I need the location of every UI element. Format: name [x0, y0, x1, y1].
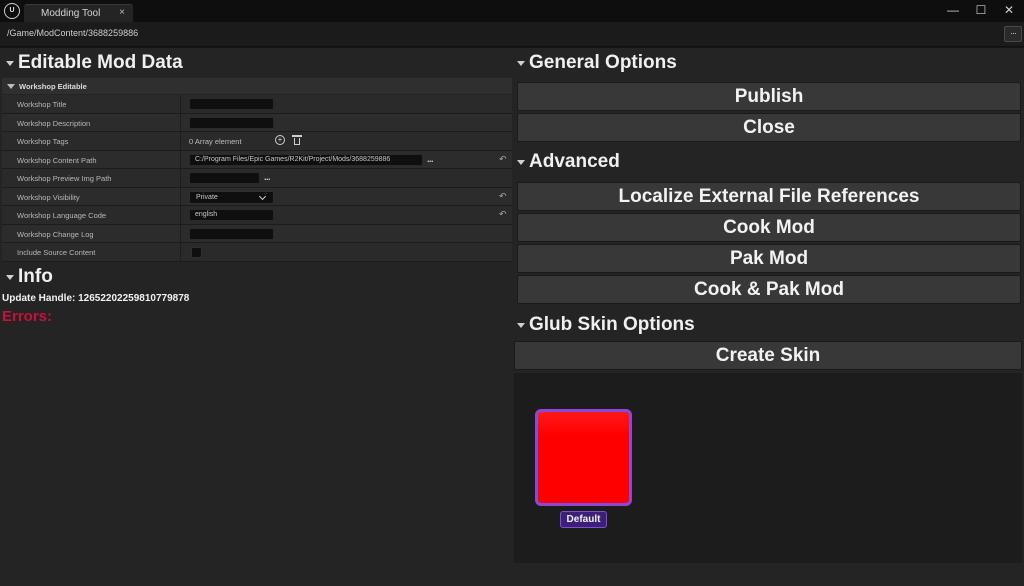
property-row-description: Workshop Description — [2, 113, 512, 132]
info-title: Info — [18, 266, 53, 287]
reset-to-default-icon[interactable]: ↶ — [499, 154, 507, 165]
collapse-caret-icon — [517, 60, 525, 66]
chevron-down-icon — [258, 192, 267, 200]
property-label: Workshop Title — [17, 100, 67, 109]
property-label: Workshop Language Code — [17, 211, 107, 220]
property-label: Workshop Content Path — [17, 155, 97, 165]
property-label: Workshop Description — [17, 118, 91, 128]
change-log-input[interactable] — [189, 227, 274, 240]
property-label: Workshop Preview Img Path — [17, 174, 112, 183]
advanced-header[interactable]: Advanced — [517, 149, 620, 175]
property-row-visibility: Workshop Visibility Private ↶ — [2, 187, 512, 206]
collapse-caret-icon — [517, 159, 525, 165]
skin-options-title: Glub Skin Options — [529, 314, 695, 335]
tab-close-icon[interactable]: × — [119, 7, 125, 18]
language-code-input[interactable]: english — [189, 209, 274, 221]
property-label: Workshop Tags — [17, 137, 69, 146]
path-options-button[interactable]: ··· — [1004, 26, 1022, 42]
property-table: Workshop Title Workshop Description Work… — [2, 95, 512, 262]
property-row-language: Workshop Language Code english ↶ — [2, 206, 512, 225]
editable-title: Editable Mod Data — [18, 52, 183, 73]
include-source-checkbox[interactable] — [191, 247, 202, 258]
skin-list: Default — [514, 373, 1022, 563]
visibility-selected: Private — [196, 193, 218, 201]
skin-swatch-default[interactable] — [535, 409, 632, 506]
general-options-title: General Options — [529, 52, 677, 73]
tab-label: Modding Tool — [41, 8, 101, 19]
skin-options-header[interactable]: Glub Skin Options — [517, 312, 695, 338]
property-row-change-log: Workshop Change Log — [2, 224, 512, 243]
localize-references-button[interactable]: Localize External File References — [517, 182, 1021, 211]
property-label: Workshop Change Log — [17, 229, 94, 239]
workshop-editable-category[interactable]: Workshop Editable — [2, 78, 512, 94]
editable-panel: Editable Mod Data Workshop Editable Work… — [0, 48, 512, 586]
visibility-dropdown[interactable]: Private — [189, 190, 274, 204]
cook-pak-mod-button[interactable]: Cook & Pak Mod — [517, 275, 1021, 304]
publish-button[interactable]: Publish — [517, 82, 1021, 111]
info-section-header[interactable]: Info — [6, 264, 53, 290]
editable-section-header[interactable]: Editable Mod Data — [6, 50, 183, 76]
trash-icon[interactable] — [292, 135, 302, 145]
minimize-button[interactable]: — — [944, 2, 962, 18]
pak-mod-button[interactable]: Pak Mod — [517, 244, 1021, 273]
collapse-caret-icon — [6, 274, 14, 280]
window-close-button[interactable]: ✕ — [1000, 2, 1018, 18]
tags-array-count: 0 Array element — [189, 137, 242, 146]
reset-to-default-icon[interactable]: ↶ — [499, 209, 507, 220]
category-caret-icon — [7, 83, 15, 89]
path-bar: /Game/ModContent/3688259886 ··· — [0, 22, 1024, 47]
cook-mod-button[interactable]: Cook Mod — [517, 213, 1021, 242]
browse-content-path-button[interactable]: ... — [427, 154, 434, 164]
skin-label-default[interactable]: Default — [560, 511, 607, 528]
browse-preview-img-button[interactable]: ... — [264, 172, 271, 182]
unreal-logo-icon: U — [4, 3, 20, 19]
maximize-button[interactable]: ☐ — [972, 2, 990, 18]
asset-path: /Game/ModContent/3688259886 — [7, 28, 139, 38]
property-label: Workshop Visibility — [17, 192, 80, 202]
property-row-title: Workshop Title — [2, 95, 512, 114]
tab-modding-tool[interactable]: Modding Tool × — [24, 4, 133, 22]
update-handle-text: Update Handle: 12652202259810779878 — [2, 293, 190, 304]
create-skin-button[interactable]: Create Skin — [514, 341, 1022, 370]
workshop-description-input[interactable] — [189, 116, 274, 129]
property-label: Include Source Content — [17, 248, 96, 257]
add-element-icon[interactable]: + — [275, 135, 285, 145]
collapse-caret-icon — [6, 60, 14, 66]
property-row-include-source: Include Source Content — [2, 243, 512, 262]
property-row-content-path: Workshop Content Path C:/Program Files/E… — [2, 150, 512, 169]
collapse-caret-icon — [517, 322, 525, 328]
property-row-tags: Workshop Tags 0 Array element + — [2, 132, 512, 151]
workshop-title-input[interactable] — [189, 98, 274, 110]
property-row-preview-img: Workshop Preview Img Path ... — [2, 169, 512, 188]
general-options-header[interactable]: General Options — [517, 50, 677, 76]
title-bar: U Modding Tool × — ☐ ✕ — [0, 0, 1024, 22]
content-path-input[interactable]: C:/Program Files/Epic Games/R2Kit/Projec… — [189, 153, 423, 166]
preview-img-path-input[interactable] — [189, 172, 260, 184]
options-panel: General Options Publish Close Advanced L… — [512, 48, 1024, 586]
advanced-title: Advanced — [529, 151, 620, 172]
errors-label: Errors: — [2, 308, 53, 325]
close-button[interactable]: Close — [517, 113, 1021, 142]
reset-to-default-icon[interactable]: ↶ — [499, 191, 507, 202]
category-label: Workshop Editable — [19, 81, 87, 91]
